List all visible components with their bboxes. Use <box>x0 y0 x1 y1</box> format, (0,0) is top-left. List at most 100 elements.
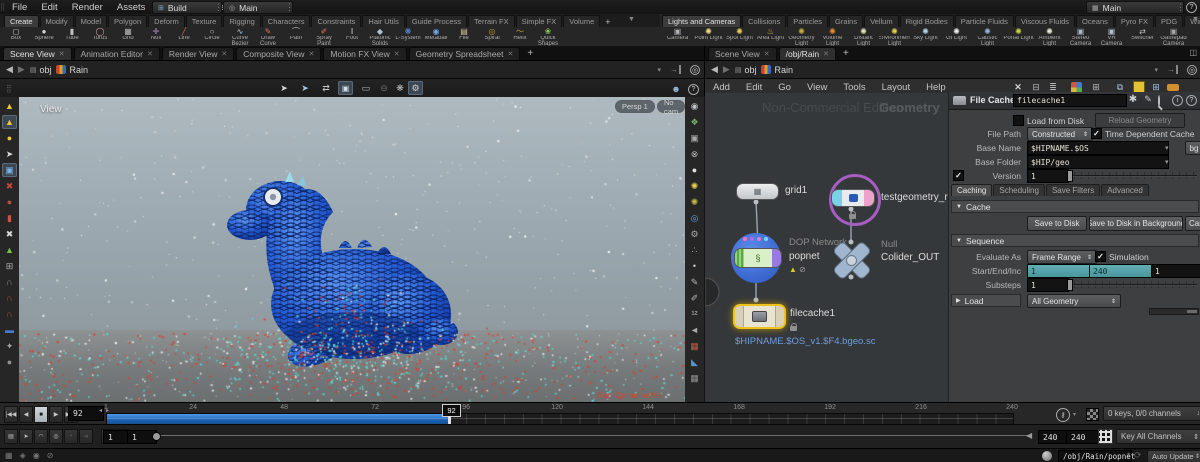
shelf-tool-ambient-light[interactable]: ✺ Ambient Light <box>1034 27 1065 46</box>
base-name-field[interactable]: $HIPNAME.$OS <box>1027 141 1169 155</box>
keyframe-menu-arrow[interactable]: ▾ <box>1073 411 1076 418</box>
net-breadcrumb-obj[interactable]: ▤ obj <box>735 65 757 75</box>
substeps-field[interactable]: 1 <box>1027 278 1069 292</box>
net-breadcrumb-rain[interactable]: Rain <box>761 65 793 75</box>
viewport-right-tool-icon-2[interactable]: ❖ <box>687 115 702 129</box>
time-dependent-checkbox[interactable]: ✓ <box>1091 128 1102 139</box>
characters-icon[interactable]: ☻ <box>668 84 684 94</box>
back-icon[interactable]: ◀ <box>6 64 13 75</box>
status-mute-icon[interactable]: ⊘ <box>47 451 54 460</box>
viewport-right-tool-icon-13[interactable]: ✐ <box>687 291 702 305</box>
handle-swap-icon[interactable]: ⇄ <box>318 83 334 94</box>
go-start-button[interactable]: |◀◀ <box>4 406 18 423</box>
sync-icon[interactable]: ⟳ <box>1134 450 1142 461</box>
param-info-icon[interactable]: i <box>1172 95 1183 106</box>
pane-tab--obj-rain[interactable]: /obj/Rain ✕ <box>778 47 837 60</box>
pane-split-icon[interactable]: ◫ <box>1189 48 1197 57</box>
viewport-left-tool-icon-13[interactable]: ∩ <box>2 291 17 305</box>
param-tab-advanced[interactable]: Advanced <box>1101 184 1149 196</box>
viewport-right-tool-icon-16[interactable]: ▦ <box>687 339 702 353</box>
shelf-tool-point-light[interactable]: ✺ Point Light <box>693 27 724 46</box>
shelf-tool-file[interactable]: ▤ File <box>450 27 478 46</box>
shelf-right-overflow-icon[interactable]: ▼ <box>1192 16 1199 23</box>
filecache-flag-right[interactable] <box>775 306 784 327</box>
pane-tab-render-view[interactable]: Render View ✕ <box>161 47 235 60</box>
shelf-tool-sphere[interactable]: ● Sphere <box>30 27 58 46</box>
menu-edit[interactable]: Edit <box>34 0 64 14</box>
shelf-tab-characters[interactable]: Characters <box>261 15 311 27</box>
viewport-right-tool-icon-9[interactable]: ⚙ <box>687 227 702 241</box>
pane-tab-geometry-spreadsheet[interactable]: Geometry Spreadsheet ✕ <box>408 47 521 60</box>
shelf-tab-constraints[interactable]: Constraints <box>311 15 362 27</box>
shelf-tab-modify[interactable]: Modify <box>39 15 74 27</box>
no-cam-pill[interactable]: No cam <box>657 98 685 116</box>
update-mode-dropdown[interactable]: Auto Update ⇕ <box>1147 450 1200 462</box>
pane-tab-scene-view[interactable]: Scene View ✕ <box>708 47 777 60</box>
viewport-right-tool-icon-11[interactable]: • <box>687 259 702 273</box>
close-tab-icon[interactable]: ✕ <box>508 50 514 58</box>
range-slider-track[interactable] <box>153 435 1031 436</box>
net-radial-menu-icon[interactable]: ◎ <box>1187 64 1197 75</box>
substeps-slider[interactable] <box>1067 278 1197 291</box>
testgeometry-flag-right[interactable] <box>864 190 874 206</box>
path-arrows-icon[interactable]: ⇕ <box>1126 452 1131 459</box>
param-tab-save-filters[interactable]: Save Filters <box>1045 184 1101 196</box>
follow-playhead-icon[interactable]: ▤ <box>4 429 18 444</box>
simulation-checkbox[interactable]: ✓ <box>1095 251 1106 262</box>
net-path-dropdown-icon[interactable]: ▾ <box>1154 66 1158 74</box>
shelf-tool-platonic-solids[interactable]: ◆ Platonic Solids <box>366 27 394 46</box>
load-mode-dropdown[interactable]: All Geometry ⇕ <box>1027 294 1121 308</box>
close-tab-icon[interactable]: ✕ <box>309 50 315 58</box>
range-end-field[interactable]: 240 <box>1089 264 1155 278</box>
node-popnet[interactable]: § <box>734 248 782 268</box>
viewport-right-tool-icon-6[interactable]: ✺ <box>687 179 702 193</box>
shelf-tab-lights-and-cameras[interactable]: Lights and Cameras <box>662 15 742 27</box>
shelf-tool-stereo-camera[interactable]: ▣ Stereo Camera <box>1065 27 1096 46</box>
shelf-tab-terrain-fx[interactable]: Terrain FX <box>468 15 515 27</box>
loop-mode-icon[interactable]: ◎ <box>49 429 63 444</box>
shelf-tool-spot-light[interactable]: ✺ Spot Light <box>724 27 755 46</box>
net-menu-edit[interactable]: Edit <box>738 82 770 93</box>
shelf-tool-geometry-light[interactable]: ✺ Geometry Light <box>786 27 817 46</box>
shelf-tool-caustic-light[interactable]: ✺ Caustic Light <box>972 27 1003 46</box>
lasso-select-icon[interactable]: ➤ <box>297 83 313 94</box>
shelf-tool-line[interactable]: ╱ Line <box>170 27 198 46</box>
timeline-ruler[interactable]: 1 24 48 72 96 120 144 168 192 216 240 <box>104 404 1018 413</box>
shelf-tab-particle-fluids[interactable]: Particle Fluids <box>954 15 1014 27</box>
frame-dec-icon[interactable]: ◂ <box>97 407 104 414</box>
base-name-ext-button[interactable]: bg <box>1185 141 1200 155</box>
playhead-stem[interactable] <box>448 416 451 424</box>
memory-sphere-icon[interactable] <box>1042 451 1052 461</box>
viewport-left-tool-icon-2[interactable]: ▲ <box>2 115 17 129</box>
close-tab-icon[interactable]: ✕ <box>764 50 770 58</box>
param-help-icon[interactable]: ? <box>1186 95 1197 106</box>
load-from-disk-checkbox[interactable] <box>1013 115 1024 126</box>
viewport-left-tool-icon-3[interactable]: ● <box>2 131 17 145</box>
viewport-settings-icon[interactable]: ⚙ <box>408 81 423 95</box>
param-hscrollbar[interactable] <box>1149 308 1199 315</box>
param-brush-icon[interactable]: ✎ <box>1142 94 1154 105</box>
shelf-tab-pyro-fx[interactable]: Pyro FX <box>1114 15 1154 27</box>
net-menu-add[interactable]: Add <box>705 82 738 93</box>
param-node-name-field[interactable]: filecache1 <box>1013 94 1127 107</box>
channels-icon[interactable] <box>1086 408 1099 421</box>
forward-icon[interactable]: ▶ <box>18 64 25 75</box>
close-tab-icon[interactable]: ✕ <box>221 50 227 58</box>
shelf-tool-environment-light[interactable]: ✺ Environment Light <box>879 27 910 46</box>
file-path-mode-dropdown[interactable]: Constructed ⇕ <box>1027 127 1093 141</box>
marquee-icon[interactable]: ▭ <box>358 83 374 94</box>
key-all-channels-dropdown[interactable]: Key All Channels ⇕ <box>1116 429 1200 444</box>
global-end-field[interactable]: 240 <box>1066 430 1100 444</box>
net-menu-help[interactable]: Help <box>918 82 954 93</box>
status-select-icon[interactable]: ◈ <box>20 451 26 460</box>
shelf-tab-volume[interactable]: Volume <box>563 15 601 27</box>
cancel-button[interactable]: Cancel <box>1185 216 1200 231</box>
shelf-tool-gamepad-camera[interactable]: ▣ Gamepad Camera <box>1158 27 1189 46</box>
shelf-tool-torus[interactable]: ◯ Torus <box>86 27 114 46</box>
viewport-right-tool-icon-17[interactable]: ◣ <box>687 355 702 369</box>
shelf-tool-gi-light[interactable]: ✺ GI Light <box>941 27 972 46</box>
save-to-disk-button[interactable]: Save to Disk <box>1027 216 1087 231</box>
viewport-left-tool-icon-16[interactable]: ✦ <box>2 339 17 353</box>
viewport-3d[interactable]: View Persp 1 No cam Non-Commercial Editi… <box>19 97 685 402</box>
viewport-left-tool-icon-9[interactable]: ✖ <box>2 227 17 241</box>
